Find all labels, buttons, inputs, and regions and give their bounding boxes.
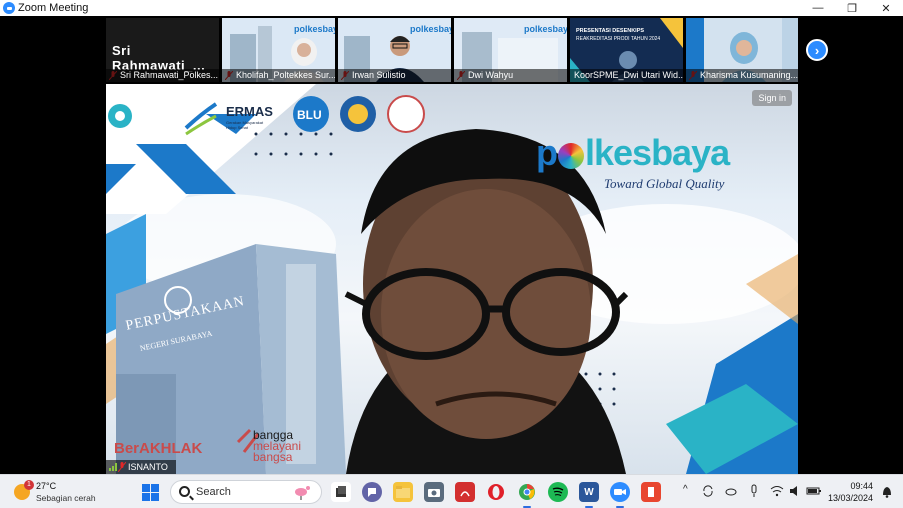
mic-muted-icon <box>118 462 126 472</box>
camera-app-icon[interactable] <box>424 482 444 502</box>
germas-logo-sub: Gerakan Masyarakat Hidup Sehat <box>226 120 264 130</box>
weather-temperature: 27°C <box>36 481 57 491</box>
clock-date: 13/03/2024 <box>827 493 873 503</box>
speaker-name: ISNANTO <box>128 462 168 472</box>
slide-subtitle: REAKREDITASI PRODI TAHUN 2024 <box>576 36 661 42</box>
participant-strip: Sri Rahmawati_... Sri Rahmawati_Polkes..… <box>106 18 798 82</box>
participant-name: Kholifah_Poltekkes Sur... <box>222 69 335 82</box>
svg-text:polkesbaya: polkesbaya <box>524 24 567 34</box>
pdf-reader-icon[interactable] <box>455 482 475 502</box>
minimize-button[interactable]: — <box>801 0 835 16</box>
participant-tile[interactable]: Sri Rahmawati_... Sri Rahmawati_Polkes..… <box>106 18 219 82</box>
participant-tile[interactable]: Kharisma Kusumaning... <box>686 18 798 82</box>
participant-name: Dwi Wahyu <box>454 69 567 82</box>
flamingo-icon <box>295 486 310 500</box>
speaker-volume-icon[interactable] <box>788 484 802 498</box>
bangga-melayani-logo: bangga melayani bangsa <box>253 429 301 464</box>
signal-bars-icon <box>109 463 117 471</box>
next-page-chevron-icon[interactable]: › <box>806 39 828 61</box>
participant-name: Kharisma Kusumaning... <box>686 69 798 82</box>
word-app-icon[interactable]: W <box>579 482 599 508</box>
cloud-icon[interactable] <box>724 484 738 498</box>
germas-logo: ERMAS <box>226 104 273 119</box>
notification-bell-icon[interactable] <box>881 485 893 498</box>
weather-widget[interactable]: 1 27°C Sebagian cerah <box>10 479 120 505</box>
taskbar-clock[interactable]: 09:44 13/03/2024 <box>828 480 873 504</box>
battery-icon[interactable] <box>806 484 822 498</box>
clock-time: 09:44 <box>850 481 873 491</box>
spotify-icon[interactable] <box>548 482 568 502</box>
files-app-icon[interactable] <box>331 482 351 502</box>
windows-taskbar: 1 27°C Sebagian cerah Search W ^ 09:44 1… <box>0 474 903 508</box>
close-button[interactable]: ✕ <box>869 0 903 16</box>
weather-condition: Sebagian cerah <box>36 493 96 503</box>
participant-tile[interactable]: polkesbaya Irwan Sulistio <box>338 18 451 82</box>
logo-prefix: p <box>536 132 558 173</box>
polkesbaya-logo: p lkesbaya <box>536 132 730 174</box>
zoom-app-icon <box>3 2 15 14</box>
svg-text:polkesbaya: polkesbaya <box>410 24 451 34</box>
blu-logo: BLU <box>297 108 322 122</box>
taskbar-search[interactable]: Search <box>170 480 322 504</box>
active-speaker-video[interactable]: p lkesbaya Toward Global Quality PERPUSTA… <box>106 84 798 474</box>
slide-title: PRESENTASI DESENKIPS <box>576 28 645 34</box>
speaker-name-tag: ISNANTO <box>106 460 176 474</box>
sign-in-button[interactable]: Sign in <box>752 90 792 106</box>
chrome-browser-icon[interactable] <box>517 482 537 508</box>
bangga-line-3: bangsa <box>253 450 293 464</box>
start-button[interactable] <box>142 484 159 501</box>
berakhlak-logo: BerAKHLAK <box>114 440 203 457</box>
wifi-icon[interactable] <box>770 484 784 498</box>
show-hidden-icons-chevron-icon[interactable]: ^ <box>683 484 688 495</box>
sync-icon[interactable] <box>701 484 715 498</box>
zoom-app-icon[interactable] <box>610 482 630 508</box>
microphone-icon[interactable] <box>748 484 760 498</box>
taskbar-app-icon[interactable] <box>641 482 661 502</box>
notification-badge: 1 <box>24 480 34 490</box>
search-icon <box>179 486 190 497</box>
window-title: Zoom Meeting <box>18 2 89 14</box>
window-titlebar: Zoom Meeting — ❐ ✕ <box>0 0 903 16</box>
meeting-stage: Sri Rahmawati_... Sri Rahmawati_Polkes..… <box>0 16 903 474</box>
participant-name: Irwan Sulistio <box>338 69 451 82</box>
participant-tile[interactable]: polkesbaya Dwi Wahyu <box>454 18 567 82</box>
participant-tile[interactable]: polkesbaya Kholifah_Poltekkes Sur... <box>222 18 335 82</box>
svg-text:polkesbaya: polkesbaya <box>294 24 335 34</box>
logo-globe-icon <box>558 143 584 169</box>
participant-name: KoorSPME_Dwi Utari Wid... <box>570 69 683 82</box>
participant-name: Sri Rahmawati_Polkes... <box>106 69 219 82</box>
restore-button[interactable]: ❐ <box>835 0 869 16</box>
file-explorer-icon[interactable] <box>393 482 413 502</box>
search-label: Search <box>196 486 231 498</box>
participant-tile[interactable]: PRESENTASI DESENKIPS REAKREDITASI PRODI … <box>570 18 683 82</box>
logo-tagline: Toward Global Quality <box>604 176 725 191</box>
logo-suffix: lkesbaya <box>585 132 730 173</box>
chat-app-icon[interactable] <box>362 482 382 502</box>
opera-browser-icon[interactable] <box>486 482 506 502</box>
